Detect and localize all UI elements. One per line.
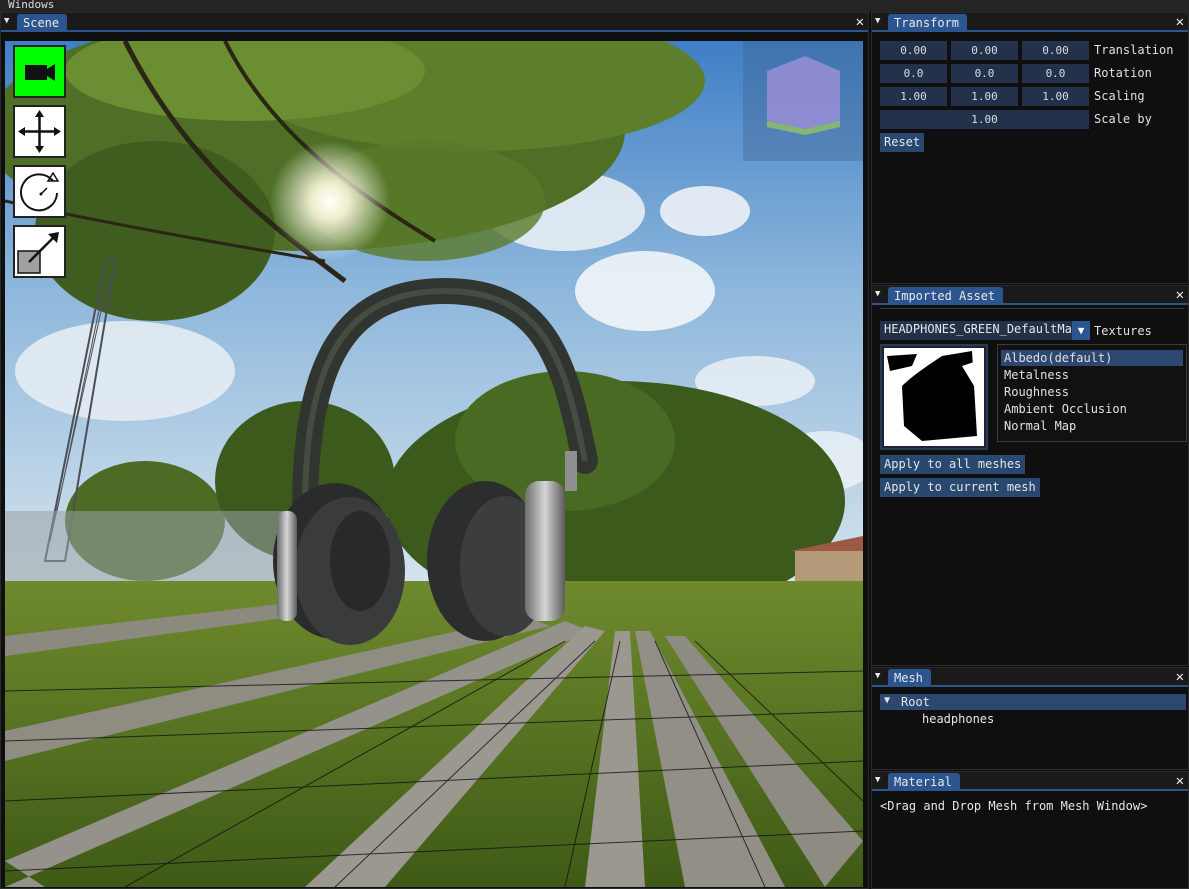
scene-panel: ▼ Scene ✕ [0, 12, 869, 889]
collapse-arrow-icon[interactable]: ▼ [875, 671, 885, 682]
tree-node-headphones[interactable]: headphones [922, 712, 994, 726]
apply-all-meshes-button[interactable]: Apply to all meshes [880, 455, 1026, 474]
close-icon[interactable]: ✕ [1176, 668, 1184, 686]
rotate-icon [20, 171, 60, 212]
scale-icon [17, 232, 59, 274]
collapse-arrow-icon[interactable]: ▼ [875, 16, 885, 27]
close-icon[interactable]: ✕ [1176, 286, 1184, 304]
tree-root-label: Root [901, 695, 930, 709]
material-select-value: HEADPHONES_GREEN_DefaultMat [884, 322, 1072, 336]
scene-viewport[interactable] [5, 41, 863, 887]
menubar: Windows [0, 0, 1189, 12]
close-icon[interactable]: ✕ [856, 13, 864, 31]
camera-icon [25, 64, 55, 81]
list-item-normal-map[interactable]: Normal Map [1001, 418, 1183, 434]
material-tabbar: ▼ Material ✕ [872, 772, 1188, 791]
close-icon[interactable]: ✕ [1176, 772, 1184, 790]
menu-windows[interactable]: Windows [8, 0, 54, 11]
list-item-roughness[interactable]: Roughness [1001, 384, 1183, 400]
tab-transform[interactable]: Transform [888, 14, 968, 32]
scene-render [5, 41, 863, 887]
list-item-metalness[interactable]: Metalness [1001, 367, 1183, 383]
scale-by-field[interactable]: 1.00 [880, 110, 1089, 129]
imported-asset-panel: ▼ Imported Asset ✕ HEADPHONES_GREEN_Defa… [871, 285, 1189, 666]
close-icon[interactable]: ✕ [1176, 13, 1184, 31]
collapse-arrow-icon[interactable]: ▼ [875, 775, 885, 786]
rotation-z-field[interactable]: 0.0 [1022, 64, 1089, 83]
translation-z-field[interactable]: 0.00 [1022, 41, 1089, 60]
apply-current-mesh-button[interactable]: Apply to current mesh [880, 478, 1040, 497]
scaling-label: Scaling [1094, 89, 1145, 103]
texture-preview-image [884, 348, 984, 446]
scene-tabbar: ▼ Scene ✕ [1, 13, 868, 32]
tab-material[interactable]: Material [888, 773, 960, 791]
textures-label: Textures [1094, 324, 1152, 338]
rotation-x-field[interactable]: 0.0 [880, 64, 947, 83]
collapse-arrow-icon[interactable]: ▼ [4, 16, 14, 27]
translation-label: Translation [1094, 43, 1174, 57]
tree-node-root[interactable]: ▼ Root [880, 694, 1186, 710]
rotation-y-field[interactable]: 0.0 [951, 64, 1018, 83]
material-drop-hint: <Drag and Drop Mesh from Mesh Window> [880, 799, 1148, 813]
imported-asset-tabbar: ▼ Imported Asset ✕ [872, 286, 1188, 305]
mesh-tabbar: ▼ Mesh ✕ [872, 668, 1188, 687]
list-item-albedo[interactable]: Albedo(default) [1001, 350, 1183, 366]
scaling-x-field[interactable]: 1.00 [880, 87, 947, 106]
mesh-panel: ▼ Mesh ✕ ▼ Root headphones [871, 667, 1189, 770]
list-item-ambient-occlusion[interactable]: Ambient Occlusion [1001, 401, 1183, 417]
material-panel: ▼ Material ✕ <Drag and Drop Mesh from Me… [871, 771, 1189, 889]
texture-preview [880, 344, 988, 450]
reset-button[interactable]: Reset [880, 133, 925, 152]
rotate-tool-button[interactable] [13, 165, 66, 218]
divider [880, 308, 1184, 309]
scaling-z-field[interactable]: 1.00 [1022, 87, 1089, 106]
collapse-arrow-icon[interactable]: ▼ [875, 289, 885, 300]
transform-panel: ▼ Transform ✕ 0.00 0.00 0.00 Translation… [871, 12, 1189, 284]
tree-expanded-icon[interactable]: ▼ [884, 695, 890, 706]
texture-list: Albedo(default) Metalness Roughness Ambi… [997, 344, 1187, 442]
rotation-label: Rotation [1094, 66, 1152, 80]
material-select[interactable]: HEADPHONES_GREEN_DefaultMat ▼ [880, 321, 1090, 340]
scaling-y-field[interactable]: 1.00 [951, 87, 1018, 106]
tab-imported-asset[interactable]: Imported Asset [888, 287, 1004, 305]
scale-by-label: Scale by [1094, 112, 1152, 126]
transform-tabbar: ▼ Transform ✕ [872, 13, 1188, 32]
move-icon [18, 110, 61, 153]
move-tool-button[interactable] [13, 105, 66, 158]
chevron-down-icon[interactable]: ▼ [1072, 321, 1090, 340]
tab-scene[interactable]: Scene [17, 14, 68, 32]
translation-x-field[interactable]: 0.00 [880, 41, 947, 60]
camera-tool-button[interactable] [13, 45, 66, 98]
tab-mesh[interactable]: Mesh [888, 669, 931, 687]
translation-y-field[interactable]: 0.00 [951, 41, 1018, 60]
scale-tool-button[interactable] [13, 225, 66, 278]
